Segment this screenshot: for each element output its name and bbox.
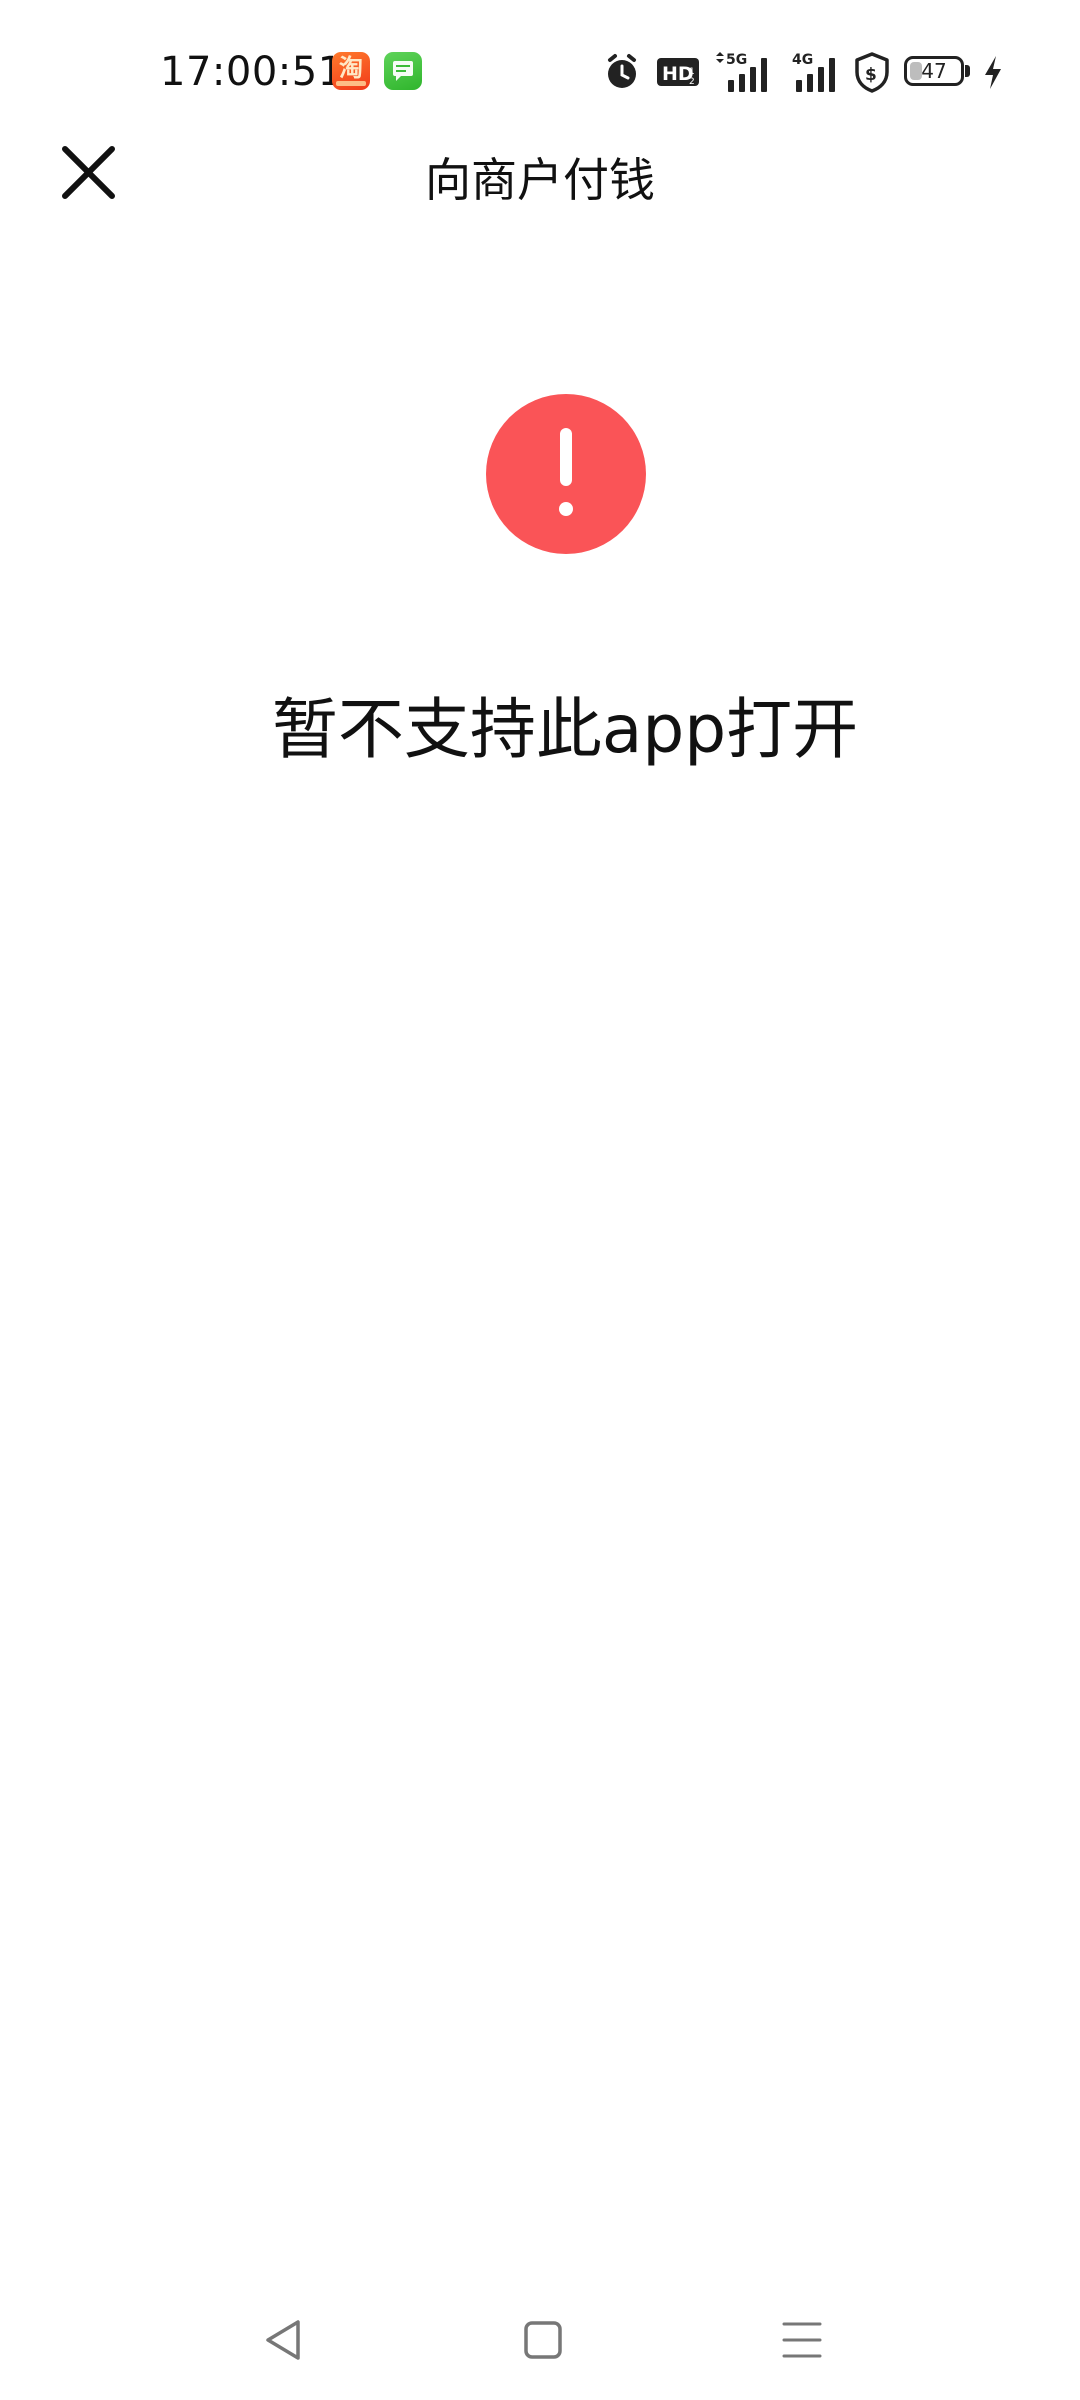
signal-4g-icon: 4G: [790, 50, 850, 94]
nav-menu-button[interactable]: [762, 2300, 842, 2380]
error-message: 暂不支持此app打开: [271, 691, 859, 768]
hd-voice-icon: HD 1 2: [656, 50, 700, 94]
menu-lines-icon: [782, 2322, 822, 2358]
back-triangle-icon: [266, 2320, 300, 2360]
battery-percent: 47: [921, 59, 947, 83]
svg-text:5G: 5G: [726, 52, 747, 68]
signal-5g-icon: 5G: [712, 50, 776, 94]
system-nav-bar: [0, 2300, 1080, 2400]
status-time: 17:00:51: [160, 49, 344, 95]
close-button[interactable]: [52, 140, 132, 220]
close-icon: [62, 146, 115, 199]
svg-text:4G: 4G: [792, 52, 813, 68]
page-title: 向商户付钱: [425, 153, 655, 207]
header: 向商户付钱: [0, 140, 1080, 270]
status-bar: 17:00:51 淘 HD 1 2 5G 4G $ 47: [0, 0, 1080, 140]
taobao-app-icon: 淘: [332, 52, 370, 90]
taobao-glyph: 淘: [339, 54, 363, 82]
svg-text:1: 1: [689, 67, 695, 77]
nav-back-button[interactable]: [246, 2300, 326, 2380]
alarm-icon: [602, 50, 642, 94]
exclamation-circle-icon: [486, 394, 646, 554]
nav-home-button[interactable]: [503, 2300, 583, 2380]
home-square-icon: [524, 2321, 562, 2359]
svg-text:2: 2: [689, 77, 695, 87]
battery-icon: 47: [904, 50, 976, 94]
security-shield-icon: $: [852, 50, 892, 94]
messages-app-icon: [384, 52, 422, 90]
charging-bolt-icon: [982, 50, 1004, 94]
svg-text:$: $: [865, 65, 877, 85]
